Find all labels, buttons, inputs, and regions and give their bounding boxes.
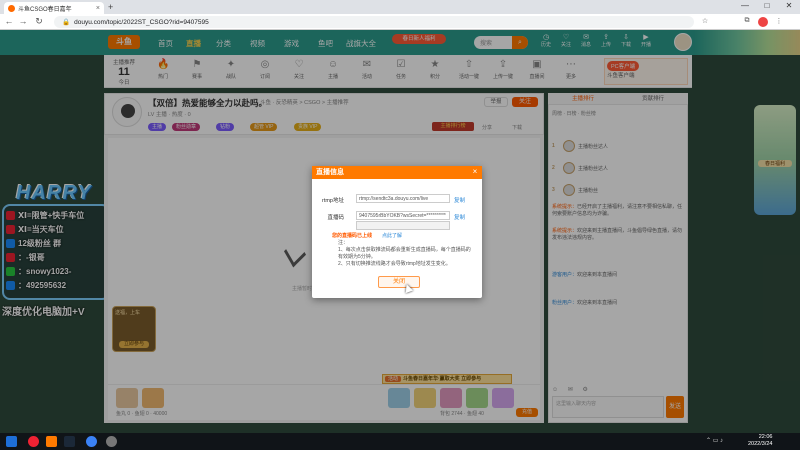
window-close-icon[interactable]: ✕ [782, 1, 796, 10]
back-icon[interactable]: ← [4, 16, 14, 26]
steam-app-icon[interactable] [64, 436, 75, 447]
start-icon[interactable] [6, 436, 17, 447]
extensions-icon[interactable]: ⧉ [742, 17, 752, 27]
forward-icon[interactable]: → [18, 16, 28, 26]
lock-icon: 🔒 [62, 19, 71, 26]
minimize-icon[interactable]: — [738, 1, 752, 10]
dialog-notes: 注： 1、每次点击获取推流码都会重新生成直播码，每个直播码的有效期为5分钟。 2… [338, 240, 471, 267]
system-clock[interactable]: 22:06 2022/3/24 [748, 434, 772, 448]
learn-more-link[interactable]: 点此了解 [382, 233, 402, 239]
chrome-app-icon[interactable] [86, 436, 97, 447]
stream-key-status: 您的直播码已上线 点此了解 [332, 233, 403, 239]
windows-taskbar [0, 433, 800, 450]
dialog-close-icon[interactable]: × [470, 167, 480, 178]
douyu-favicon [8, 4, 15, 12]
rtmp-address-field[interactable]: rtmp://sendtc3a.douyu.com/live [356, 194, 450, 203]
maximize-icon[interactable]: □ [760, 1, 774, 10]
address-bar[interactable]: 🔒 douyu.com/topic/2022ST_CSGO?rid=940759… [54, 16, 694, 28]
copy-key-button[interactable]: 复制 [454, 213, 465, 221]
reload-icon[interactable]: ↻ [34, 16, 44, 27]
dialog-close-button[interactable]: 关闭 [378, 276, 420, 288]
menu-icon[interactable]: ⋮ [774, 17, 784, 27]
new-tab-button[interactable]: + [108, 2, 113, 12]
tray-icons[interactable]: ⌃ ▭ ♪ [706, 437, 723, 444]
line-select[interactable] [356, 221, 450, 230]
browser-tab[interactable]: 斗鱼CSGO春日嘉年 × [4, 2, 104, 14]
url-text: douyu.com/topic/2022ST_CSGO?rid=9407595 [74, 18, 209, 26]
settings-app-icon[interactable] [106, 436, 117, 447]
stream-key-label: 直播码 [327, 215, 344, 221]
rtmp-label: rtmp地址 [321, 198, 344, 204]
weibo-app-icon[interactable] [28, 436, 39, 447]
profile-icon[interactable] [758, 17, 768, 27]
tab-title: 斗鱼CSGO春日嘉年 [18, 6, 72, 13]
star-icon[interactable]: ☆ [700, 17, 710, 27]
stream-key-field[interactable]: 9407595rBbYOKB?wsSecret=********** [356, 211, 450, 220]
douyu-app-icon[interactable] [46, 436, 57, 447]
dialog-title: 直播信息 [312, 166, 482, 179]
copy-rtmp-button[interactable]: 复制 [454, 196, 465, 204]
tab-close-icon[interactable]: × [96, 5, 100, 12]
browser-tabbar [0, 0, 800, 14]
